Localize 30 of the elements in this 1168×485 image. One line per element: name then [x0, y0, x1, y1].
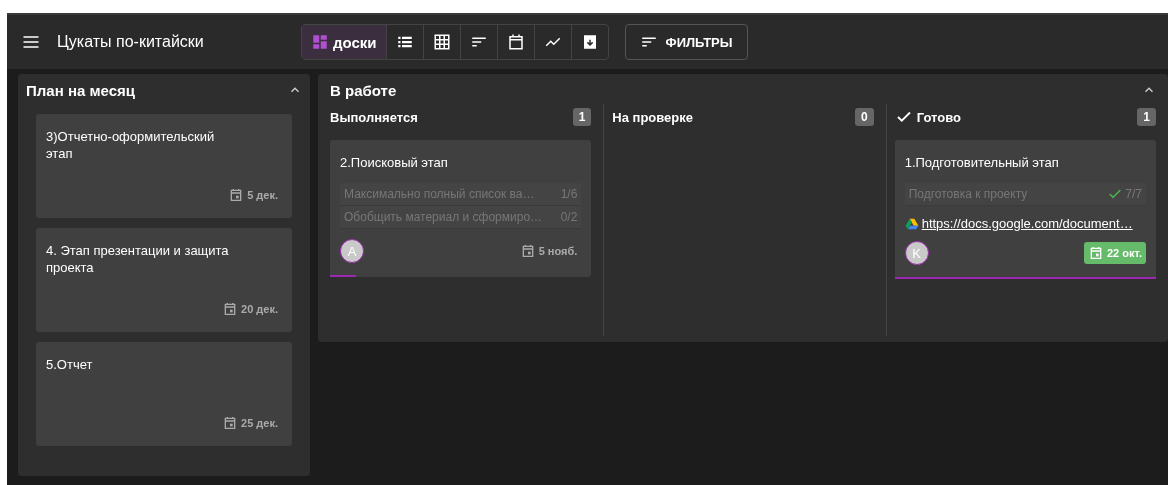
calendar-icon — [506, 33, 525, 51]
filter-button[interactable]: ФИЛЬТРЫ — [624, 24, 748, 60]
card-title: 3)Отчетно-оформительский этап — [46, 128, 216, 162]
due-date: 5 нояб. — [515, 240, 582, 262]
group-title: В работе — [330, 81, 397, 99]
due-date: 20 дек. — [218, 298, 282, 320]
board-view-icon — [311, 33, 329, 51]
view-tab[interactable]: доски — [302, 25, 387, 59]
due-date: 25 дек. — [218, 412, 282, 434]
column-title: Выполняется — [330, 109, 419, 125]
drive-icon — [904, 216, 919, 231]
card-title: 1.Подготовительный этап — [904, 154, 1060, 171]
count-badge: 1 — [572, 108, 592, 126]
calendar-icon — [1088, 245, 1104, 261]
task-card[interactable]: 4. Этап презентации и защита проекта 20 дек. — [36, 228, 292, 332]
group-title: План на месяц — [26, 81, 135, 99]
due-date: 5 дек. — [224, 184, 282, 206]
count-badge: 0 — [854, 108, 874, 126]
column-title: На проверке — [612, 109, 695, 125]
column-title: Готово — [916, 109, 962, 125]
task-card[interactable]: 3)Отчетно-оформительский этап 5 дек. — [36, 114, 292, 218]
due-date: 22 окт. — [1084, 242, 1146, 264]
link[interactable]: https://docs.google.com/document… — [921, 216, 1133, 231]
card-title: 5.Отчет — [46, 356, 94, 373]
grid-icon — [432, 33, 451, 51]
card-title: 4. Этап презентации и защита проекта — [46, 242, 230, 276]
card-title: 2.Поисковый этап — [340, 154, 449, 171]
project-title: Цукаты по-китайски — [57, 33, 205, 51]
count-badge: 1 — [1137, 108, 1156, 126]
task-card[interactable]: 5.Отчет 25 дек. — [36, 342, 292, 446]
